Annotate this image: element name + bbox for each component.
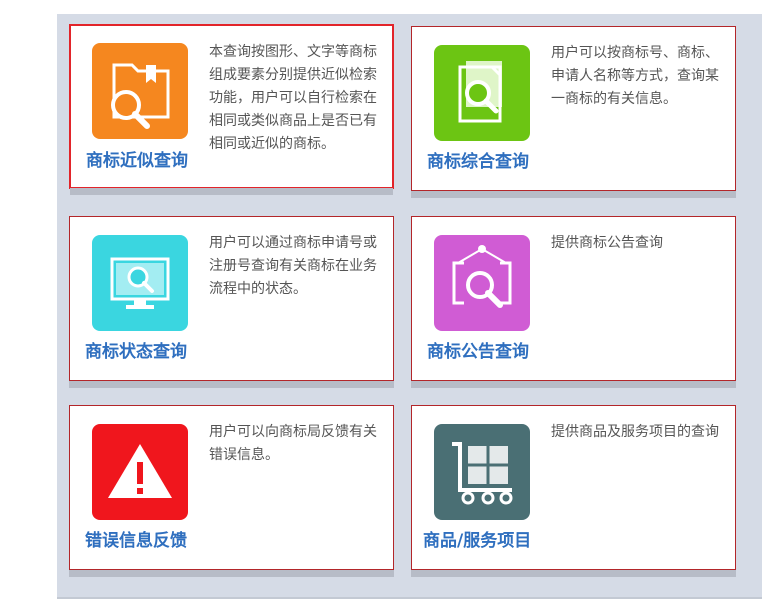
card-trademark-notice-search[interactable]: 商标公告查询 提供商标公告查询 xyxy=(411,216,736,388)
card-title[interactable]: 商标近似查询 xyxy=(86,146,188,171)
document-search-icon[interactable] xyxy=(434,45,530,141)
card-description: 用户可以向商标局反馈有关错误信息。 xyxy=(209,424,377,463)
card-title[interactable]: 错误信息反馈 xyxy=(85,526,187,551)
card-shadow xyxy=(411,570,736,577)
card-description: 本查询按图形、文字等商标组成要素分别提供近似检索功能，用户可以自行检索在相同或类… xyxy=(209,44,377,152)
card-description: 提供商品及服务项目的查询 xyxy=(551,424,719,440)
card-title[interactable]: 商标状态查询 xyxy=(85,337,187,362)
card-shadow xyxy=(69,381,394,388)
folder-search-icon[interactable] xyxy=(92,43,188,139)
card-error-feedback[interactable]: 错误信息反馈 用户可以向商标局反馈有关错误信息。 xyxy=(69,405,394,577)
card-title[interactable]: 商品/服务项目 xyxy=(423,526,531,551)
card-trademark-comprehensive-search[interactable]: 商标综合查询 用户可以按商标号、商标、申请人名称等方式，查询某一商标的有关信息。 xyxy=(411,26,736,198)
card-description: 提供商标公告查询 xyxy=(551,235,663,251)
card-title[interactable]: 商标公告查询 xyxy=(427,337,529,362)
card-shadow xyxy=(69,570,394,577)
monitor-search-icon[interactable] xyxy=(92,235,188,331)
card-shadow xyxy=(411,191,736,198)
divider xyxy=(57,597,762,599)
warning-icon[interactable] xyxy=(92,424,188,520)
card-description: 用户可以按商标号、商标、申请人名称等方式，查询某一商标的有关信息。 xyxy=(551,45,719,107)
card-shadow xyxy=(70,188,393,195)
cart-icon[interactable] xyxy=(434,424,530,520)
card-goods-services[interactable]: 商品/服务项目 提供商品及服务项目的查询 xyxy=(411,405,736,577)
card-trademark-status-search[interactable]: 商标状态查询 用户可以通过商标申请号或注册号查询有关商标在业务流程中的状态。 xyxy=(69,216,394,388)
notice-search-icon[interactable] xyxy=(434,235,530,331)
card-trademark-similar-search[interactable]: 商标近似查询 本查询按图形、文字等商标组成要素分别提供近似检索功能，用户可以自行… xyxy=(69,24,394,195)
card-description: 用户可以通过商标申请号或注册号查询有关商标在业务流程中的状态。 xyxy=(209,235,377,297)
card-shadow xyxy=(411,381,736,388)
card-title[interactable]: 商标综合查询 xyxy=(427,147,529,172)
